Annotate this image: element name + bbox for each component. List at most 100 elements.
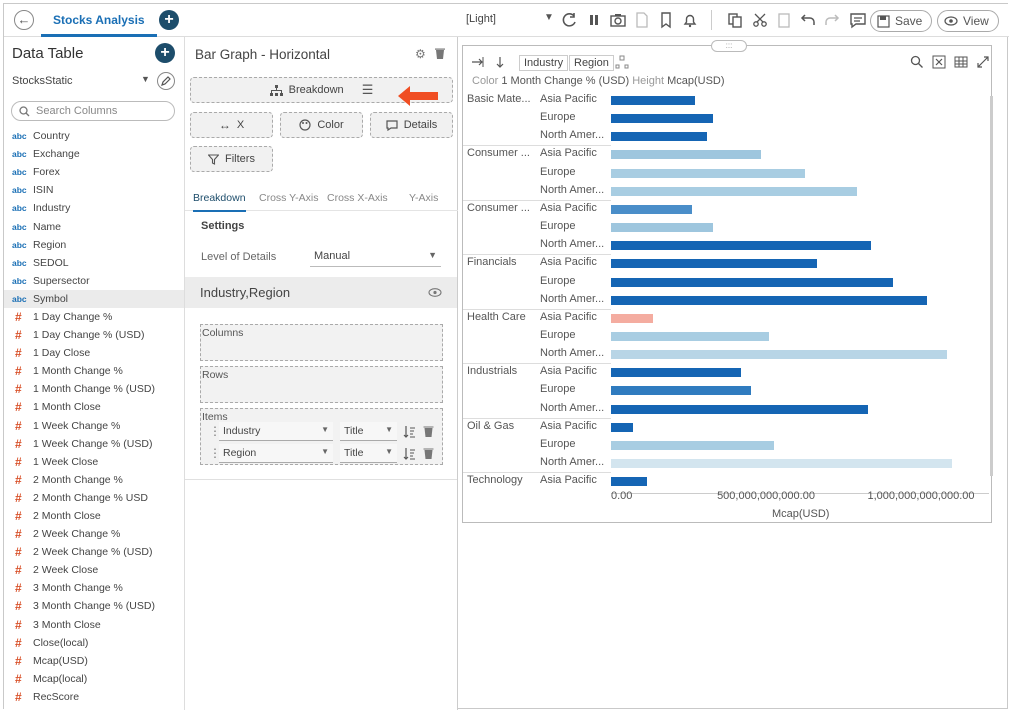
- search-columns-field[interactable]: Search Columns: [11, 101, 175, 121]
- breakdown-add-icon[interactable]: [615, 55, 630, 70]
- bar[interactable]: [611, 259, 818, 269]
- gear-icon[interactable]: ⚙: [415, 47, 426, 61]
- column-item[interactable]: #2 Month Close: [4, 507, 184, 525]
- column-item[interactable]: # RecScore: [4, 688, 184, 706]
- bar[interactable]: [611, 477, 647, 487]
- color-button[interactable]: Color: [280, 112, 363, 138]
- bar[interactable]: [611, 186, 858, 196]
- bar[interactable]: [611, 331, 770, 341]
- bar[interactable]: [611, 350, 948, 360]
- column-item[interactable]: abc Exchange: [4, 145, 184, 163]
- trash-icon[interactable]: [423, 425, 434, 438]
- swap-axis-icon[interactable]: [470, 55, 485, 70]
- column-item[interactable]: #1 Day Change % (USD): [4, 326, 184, 344]
- bar[interactable]: [611, 168, 805, 178]
- bar[interactable]: [611, 96, 695, 105]
- item-mode-select[interactable]: Title ▼: [340, 422, 397, 441]
- view-button[interactable]: View: [937, 10, 999, 32]
- bookmark-icon[interactable]: [657, 11, 675, 29]
- bar[interactable]: [611, 313, 653, 323]
- column-item[interactable]: abc Forex: [4, 163, 184, 181]
- filters-button[interactable]: Filters: [190, 146, 273, 172]
- chip-industry[interactable]: Industry: [519, 55, 569, 71]
- column-item[interactable]: #1 Day Close: [4, 344, 184, 362]
- column-item[interactable]: #1 Month Change % (USD): [4, 380, 184, 398]
- redo-icon[interactable]: [823, 11, 841, 29]
- bar[interactable]: [611, 277, 894, 287]
- paste-icon[interactable]: [775, 11, 793, 29]
- sort-icon[interactable]: [403, 425, 416, 438]
- tab-cross-x-axis[interactable]: Cross X-Axis: [327, 192, 388, 204]
- bar[interactable]: [611, 440, 774, 450]
- bar[interactable]: [611, 404, 869, 414]
- table-view-icon[interactable]: [954, 55, 968, 69]
- column-item[interactable]: #1 Week Close: [4, 453, 184, 471]
- bar[interactable]: [611, 459, 952, 468]
- trash-icon[interactable]: [434, 47, 446, 60]
- sort-down-icon[interactable]: [493, 55, 508, 70]
- column-item[interactable]: #2 Month Change %: [4, 471, 184, 489]
- save-button[interactable]: Save: [870, 10, 933, 32]
- bar[interactable]: [611, 368, 742, 378]
- add-datasource-button[interactable]: +: [155, 43, 175, 63]
- column-item[interactable]: #3 Month Close: [4, 616, 184, 634]
- column-item[interactable]: abc Region: [4, 236, 184, 254]
- column-item[interactable]: #1 Week Change % (USD): [4, 435, 184, 453]
- column-item[interactable]: abc Name: [4, 217, 184, 235]
- column-item[interactable]: # Mcap(USD): [4, 652, 184, 670]
- copy-icon[interactable]: [726, 11, 744, 29]
- list-icon[interactable]: ☰: [362, 82, 374, 98]
- add-tab-button[interactable]: +: [159, 10, 179, 30]
- bar[interactable]: [611, 241, 872, 251]
- bell-icon[interactable]: [681, 11, 699, 29]
- tab-stocks-analysis[interactable]: Stocks Analysis: [41, 4, 157, 37]
- expand-icon[interactable]: [976, 55, 990, 69]
- back-button[interactable]: ←: [14, 10, 34, 30]
- items-dropzone[interactable]: Items ⋮ Industry ▼ Title ▼ ⋮ Region ▼ Ti…: [200, 408, 443, 465]
- excel-export-icon[interactable]: [932, 55, 946, 69]
- column-item[interactable]: # Mcap(local): [4, 670, 184, 688]
- column-item[interactable]: #1 Day Change %: [4, 308, 184, 326]
- chip-region[interactable]: Region: [569, 55, 614, 71]
- drag-handle-icon[interactable]: :::: [711, 40, 747, 52]
- column-item[interactable]: abc ISIN: [4, 181, 184, 199]
- column-item[interactable]: #2 Month Change % USD: [4, 489, 184, 507]
- chevron-down-icon[interactable]: ▼: [544, 12, 554, 23]
- item-field-select[interactable]: Region ▼: [219, 444, 333, 463]
- breakdown-summary[interactable]: Industry,Region: [185, 277, 457, 308]
- trash-icon[interactable]: [423, 447, 434, 460]
- column-item[interactable]: abc Industry: [4, 199, 184, 217]
- column-item[interactable]: #1 Week Change %: [4, 417, 184, 435]
- theme-select[interactable]: [Light]: [466, 13, 496, 25]
- cut-icon[interactable]: [751, 11, 769, 29]
- bar[interactable]: [611, 422, 634, 432]
- level-of-details-select[interactable]: Manual ▼: [310, 247, 441, 267]
- column-item[interactable]: # Close(local): [4, 634, 184, 652]
- columns-dropzone[interactable]: Columns: [200, 324, 443, 361]
- column-item[interactable]: #3 Month Change % (USD): [4, 597, 184, 615]
- column-item[interactable]: #1 Month Change %: [4, 362, 184, 380]
- sort-icon[interactable]: [403, 447, 416, 460]
- column-item[interactable]: #2 Week Change % (USD): [4, 543, 184, 561]
- column-item[interactable]: abc Country: [4, 127, 184, 145]
- eye-icon[interactable]: [428, 288, 442, 297]
- bar[interactable]: [611, 386, 751, 396]
- column-item[interactable]: abc Supersector: [4, 272, 184, 290]
- tab-y-axis[interactable]: Y-Axis: [409, 192, 438, 204]
- bar[interactable]: [611, 150, 762, 160]
- pdf-icon[interactable]: [633, 11, 651, 29]
- rows-dropzone[interactable]: Rows: [200, 366, 443, 403]
- datasource-select[interactable]: StocksStatic: [12, 75, 73, 87]
- pause-icon[interactable]: [585, 11, 603, 29]
- bar[interactable]: [611, 204, 692, 214]
- bar[interactable]: [611, 223, 714, 233]
- item-mode-select[interactable]: Title ▼: [340, 444, 397, 463]
- column-item[interactable]: #2 Week Change %: [4, 525, 184, 543]
- details-button[interactable]: Details: [370, 112, 453, 138]
- undo-icon[interactable]: [799, 11, 817, 29]
- bar[interactable]: [611, 114, 714, 124]
- search-icon[interactable]: [910, 55, 924, 69]
- tab-breakdown[interactable]: Breakdown: [193, 192, 246, 212]
- column-item[interactable]: abc SEDOL: [4, 254, 184, 272]
- comment-icon[interactable]: [849, 11, 867, 29]
